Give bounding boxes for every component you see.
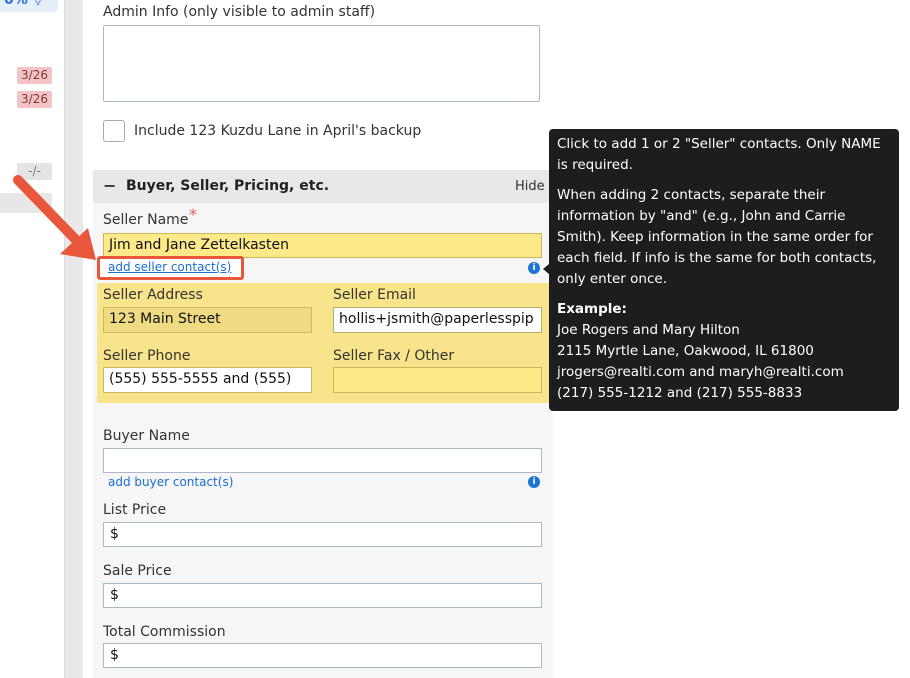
add-buyer-contact-link[interactable]: add buyer contact(s) <box>108 475 233 489</box>
tooltip-example-title: Example: <box>557 301 627 317</box>
seller-fax-input[interactable] <box>333 367 542 393</box>
date-badge: 3/26 <box>17 67 52 84</box>
admin-info-textarea[interactable] <box>103 25 540 102</box>
backup-checkbox[interactable] <box>103 120 125 142</box>
admin-info-label: Admin Info (only visible to admin staff) <box>103 4 376 20</box>
seller-address-input[interactable]: 123 Main Street <box>103 307 312 333</box>
info-icon[interactable]: i <box>528 476 540 488</box>
seller-email-input[interactable]: hollis+jsmith@paperlesspip <box>333 307 542 333</box>
info-icon[interactable]: i <box>528 262 540 274</box>
list-price-label: List Price <box>103 502 167 518</box>
seller-contact-tooltip: Click to add 1 or 2 "Seller" contacts. O… <box>549 129 899 411</box>
seller-email-label: Seller Email <box>333 287 416 303</box>
sidebar-divider <box>64 0 83 678</box>
hide-section-link[interactable]: Hide <box>515 179 545 194</box>
seller-name-label: Seller Name <box>103 212 189 228</box>
buyer-name-input[interactable] <box>103 448 542 473</box>
tooltip-example-line: Joe Rogers and Mary Hilton <box>557 322 740 338</box>
seller-phone-label: Seller Phone <box>103 348 191 364</box>
tooltip-example-line: (217) 555-1212 and (217) 555-8833 <box>557 385 803 401</box>
list-price-input[interactable]: $ <box>103 522 542 547</box>
total-commission-label: Total Commission <box>103 624 226 640</box>
seller-fax-label: Seller Fax / Other <box>333 348 455 364</box>
section-title: Buyer, Seller, Pricing, etc. <box>126 178 330 194</box>
tooltip-example-line: 2115 Myrtle Lane, Oakwood, IL 61800 <box>557 343 814 359</box>
pointer-arrow-icon <box>13 175 96 260</box>
sale-price-label: Sale Price <box>103 563 172 579</box>
progress-percent-chip[interactable]: 0% ▽ <box>0 0 58 12</box>
seller-address-label: Seller Address <box>103 287 203 303</box>
sale-price-input[interactable]: $ <box>103 583 542 608</box>
required-marker: * <box>189 205 197 224</box>
buyer-name-label: Buyer Name <box>103 428 190 444</box>
seller-phone-input[interactable]: (555) 555-5555 and (555) <box>103 367 312 393</box>
total-commission-input[interactable]: $ <box>103 643 542 668</box>
tooltip-instructions: When adding 2 contacts, separate their i… <box>557 187 877 287</box>
add-seller-contact-link[interactable]: add seller contact(s) <box>108 260 231 274</box>
date-badge: 3/26 <box>17 91 52 108</box>
tooltip-example-line: jrogers@realti.com and maryh@realti.com <box>557 364 844 380</box>
tooltip-intro: Click to add 1 or 2 "Seller" contacts. O… <box>557 136 881 173</box>
seller-name-input[interactable]: Jim and Jane Zettelkasten <box>103 233 542 258</box>
backup-checkbox-label: Include 123 Kuzdu Lane in April's backup <box>134 123 422 139</box>
